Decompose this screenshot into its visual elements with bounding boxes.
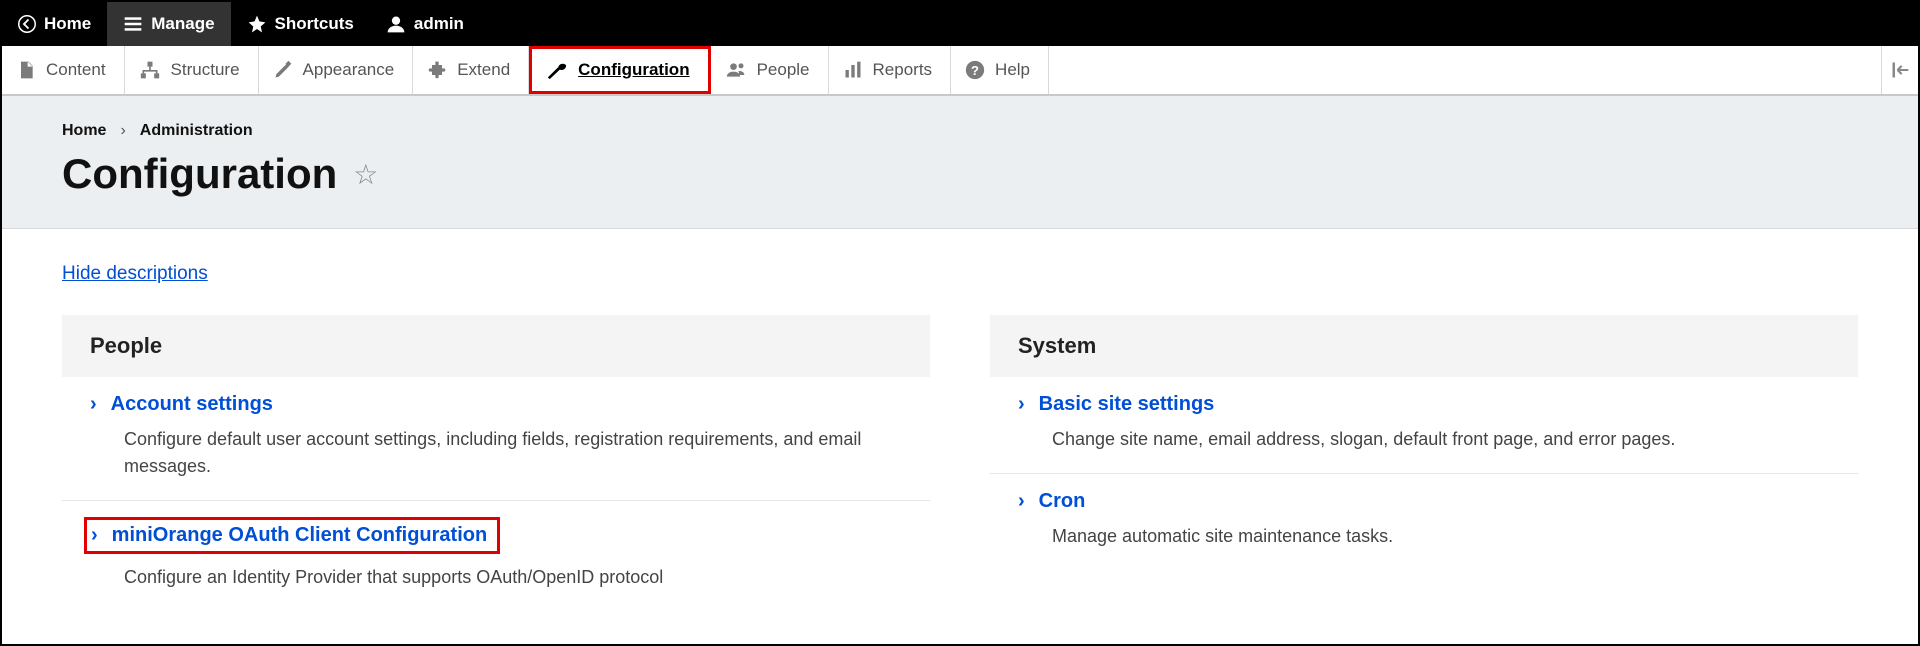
config-item-desc: Manage automatic site maintenance tasks. — [1052, 523, 1830, 550]
panel-system-title: System — [990, 315, 1858, 377]
chevron-right-icon: › — [91, 524, 98, 547]
breadcrumb-sep: › — [120, 122, 125, 140]
config-item-desc: Configure an Identity Provider that supp… — [124, 564, 902, 591]
collapse-toolbar-button[interactable] — [1881, 46, 1918, 94]
back-home-button[interactable]: Home — [2, 2, 107, 46]
tab-reports[interactable]: Reports — [829, 46, 952, 94]
hide-descriptions-link[interactable]: Hide descriptions — [62, 263, 208, 285]
config-link-account-settings[interactable]: › Account settings — [90, 393, 902, 416]
page-title: Configuration — [62, 150, 337, 198]
manage-button[interactable]: Manage — [107, 2, 230, 46]
people-icon — [725, 60, 747, 80]
panel-people-title: People — [62, 315, 930, 377]
tab-reports-label: Reports — [873, 60, 933, 80]
config-columns: People › Account settings Configure defa… — [62, 315, 1858, 611]
config-item-account-settings: › Account settings Configure default use… — [62, 377, 930, 501]
top-toolbar: Home Manage Shortcuts admin — [2, 2, 1918, 46]
panel-system: System › Basic site settings Change site… — [990, 315, 1858, 570]
tab-extend[interactable]: Extend — [413, 46, 529, 94]
tab-content[interactable]: Content — [2, 46, 125, 94]
extend-icon — [427, 60, 447, 80]
shortcuts-label: Shortcuts — [275, 14, 354, 34]
reports-icon — [843, 60, 863, 80]
breadcrumb-home[interactable]: Home — [62, 122, 106, 140]
breadcrumb: Home › Administration — [62, 122, 1858, 140]
star-icon — [247, 14, 267, 34]
page-title-row: Configuration ☆ — [62, 150, 1858, 198]
config-item-label: miniOrange OAuth Client Configuration — [112, 524, 488, 547]
config-link-cron[interactable]: › Cron — [1018, 490, 1830, 513]
breadcrumb-admin[interactable]: Administration — [140, 122, 253, 140]
tab-help[interactable]: ? Help — [951, 46, 1049, 94]
configuration-icon — [546, 59, 568, 81]
back-arrow-icon — [18, 15, 36, 33]
tab-people[interactable]: People — [711, 46, 829, 94]
tab-people-label: People — [757, 60, 810, 80]
admin-tabs: Content Structure Appearance Extend Conf… — [2, 46, 1918, 96]
tab-appearance[interactable]: Appearance — [259, 46, 414, 94]
home-label: Home — [44, 14, 91, 34]
tab-extend-label: Extend — [457, 60, 510, 80]
appearance-icon — [273, 60, 293, 80]
tab-structure-label: Structure — [171, 60, 240, 80]
svg-text:?: ? — [971, 63, 979, 78]
config-item-cron: › Cron Manage automatic site maintenance… — [990, 474, 1858, 570]
chevron-right-icon: › — [1018, 490, 1025, 513]
tab-appearance-label: Appearance — [303, 60, 395, 80]
chevron-right-icon: › — [1018, 393, 1025, 416]
page-header: Home › Administration Configuration ☆ — [2, 96, 1918, 229]
manage-label: Manage — [151, 14, 214, 34]
tabs-spacer — [1049, 46, 1881, 94]
admin-label: admin — [414, 14, 464, 34]
panel-people: People › Account settings Configure defa… — [62, 315, 930, 611]
admin-user-button[interactable]: admin — [370, 2, 480, 46]
shortcuts-button[interactable]: Shortcuts — [231, 2, 370, 46]
tab-configuration[interactable]: Configuration — [529, 46, 710, 94]
config-link-miniorange-oauth[interactable]: › miniOrange OAuth Client Configuration — [84, 517, 500, 554]
config-item-label: Basic site settings — [1039, 393, 1215, 416]
tab-structure[interactable]: Structure — [125, 46, 259, 94]
config-item-label: Account settings — [111, 393, 273, 416]
config-item-desc: Configure default user account settings,… — [124, 426, 902, 480]
help-icon: ? — [965, 60, 985, 80]
tab-content-label: Content — [46, 60, 106, 80]
content-icon — [16, 60, 36, 80]
favorite-star-icon[interactable]: ☆ — [353, 158, 378, 191]
config-item-desc: Change site name, email address, slogan,… — [1052, 426, 1830, 453]
main-content: Hide descriptions People › Account setti… — [2, 229, 1918, 645]
user-icon — [386, 14, 406, 34]
config-item-miniorange-oauth: › miniOrange OAuth Client Configuration … — [62, 501, 930, 611]
config-item-label: Cron — [1039, 490, 1086, 513]
structure-icon — [139, 60, 161, 80]
tab-help-label: Help — [995, 60, 1030, 80]
config-item-basic-site-settings: › Basic site settings Change site name, … — [990, 377, 1858, 474]
hamburger-icon — [123, 14, 143, 34]
collapse-icon — [1890, 60, 1910, 80]
chevron-right-icon: › — [90, 393, 97, 416]
tab-configuration-label: Configuration — [578, 60, 689, 80]
config-link-basic-site-settings[interactable]: › Basic site settings — [1018, 393, 1830, 416]
